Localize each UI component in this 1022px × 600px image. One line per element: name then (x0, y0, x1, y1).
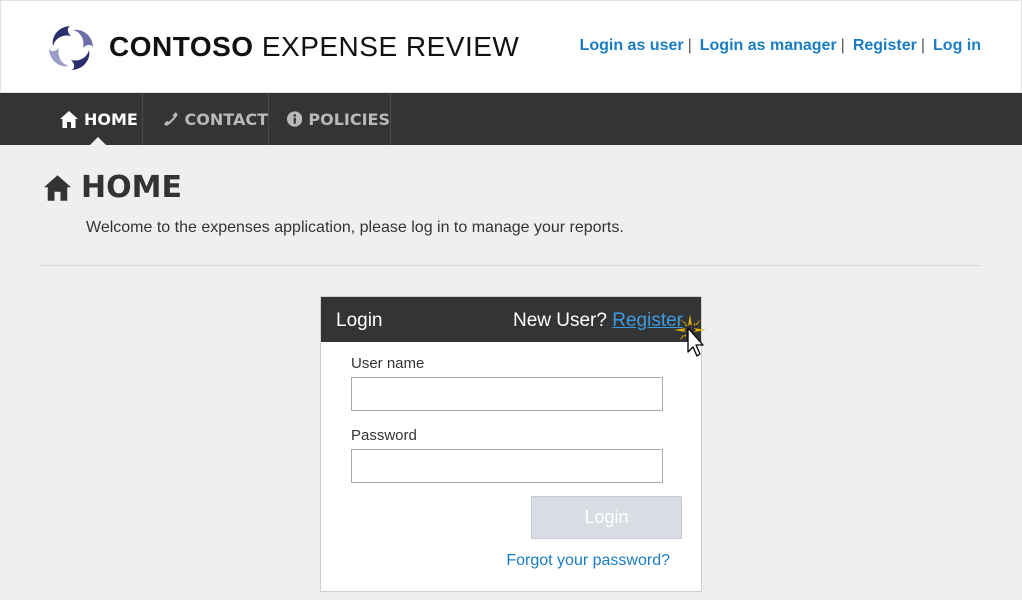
username-input[interactable] (351, 377, 663, 411)
new-user-prompt: New User? Register (513, 310, 683, 332)
home-icon (44, 174, 71, 201)
mouse-cursor-icon (674, 314, 706, 357)
brand-title: CONTOSO EXPENSE REVIEW (109, 31, 519, 63)
link-separator: | (687, 37, 692, 54)
top-links: Login as user | Login as manager | Register |… (580, 37, 981, 55)
login-button[interactable]: Login (531, 496, 682, 539)
forgot-password-link[interactable]: Forgot your password? (506, 552, 670, 570)
login-panel: Login New User? Register User name Passw… (320, 296, 702, 592)
login-as-user-link[interactable]: Login as user (580, 37, 684, 54)
login-panel-title: Login (336, 310, 383, 331)
brand-name-light: EXPENSE REVIEW (261, 31, 520, 62)
nav-item-policies[interactable]: POLICIES (269, 93, 391, 145)
link-separator: | (840, 37, 845, 54)
nav-label-home: HOME (84, 109, 138, 129)
password-label: Password (351, 427, 417, 444)
active-nav-caret (90, 137, 106, 145)
nav-label-policies: POLICIES (308, 109, 390, 129)
link-separator: | (920, 37, 926, 54)
site-header: CONTOSO EXPENSE REVIEW Login as user | Log… (0, 0, 1022, 93)
home-icon (60, 110, 78, 128)
password-input[interactable] (351, 449, 663, 483)
nav-item-contact[interactable]: CONTACT (143, 93, 269, 145)
phone-icon (163, 112, 178, 126)
page-title: HOME (44, 170, 182, 205)
contoso-logo-icon (49, 26, 93, 70)
nav-label-contact: CONTACT (184, 109, 268, 129)
log-in-top-link[interactable]: Log in (933, 37, 981, 54)
main-nav: HOME CONTACT POLICIES (0, 93, 1022, 145)
brand-name-bold: CONTOSO (109, 31, 254, 62)
login-as-manager-link[interactable]: Login as manager (700, 37, 837, 54)
page-title-text: HOME (81, 170, 182, 205)
divider (41, 265, 981, 266)
new-user-text: New User? (512, 310, 607, 331)
login-panel-header: Login New User? Register (321, 297, 701, 342)
register-top-link[interactable]: Register (853, 37, 917, 54)
welcome-message: Welcome to the expenses application, ple… (86, 219, 624, 236)
username-label: User name (351, 355, 425, 372)
info-icon (287, 111, 303, 127)
